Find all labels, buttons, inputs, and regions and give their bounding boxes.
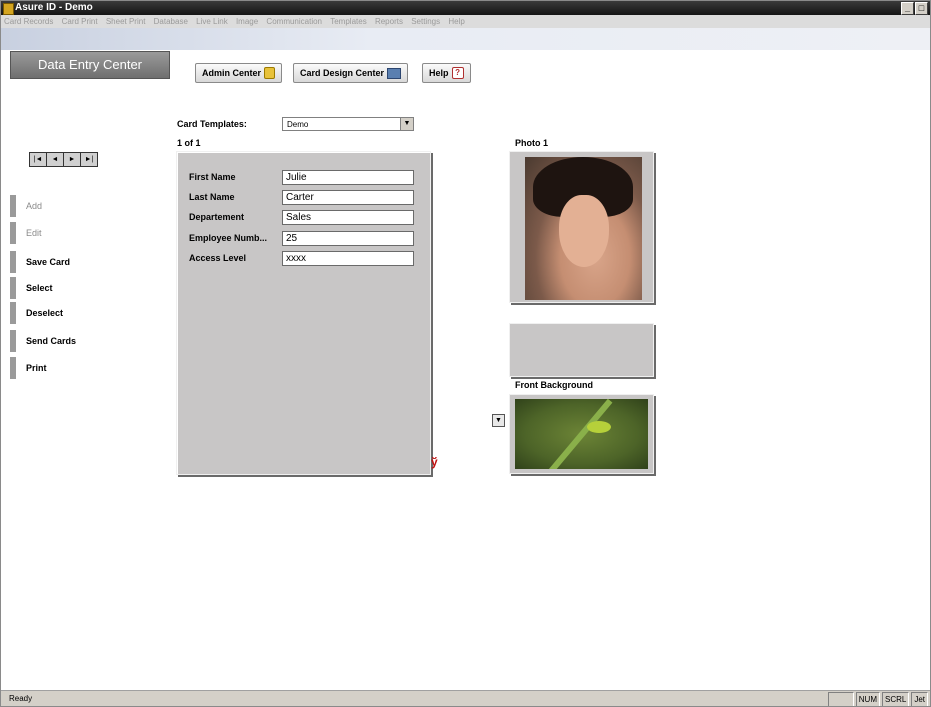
last-record-button[interactable]: ►| [81,153,97,166]
header-band [1,28,930,50]
app-icon [3,3,14,15]
menu-templates[interactable]: Templates [330,17,366,26]
access-level-label: Access Level [189,253,247,263]
admin-center-label: Admin Center [202,68,262,78]
sidebar-send-cards[interactable]: Send Cards [10,330,150,352]
menu-communication[interactable]: Communication [266,17,322,26]
sidebar-save-card[interactable]: Save Card [10,251,150,273]
last-name-label: Last Name [189,192,235,202]
first-name-field[interactable]: Julie [282,170,414,185]
status-cell-blank [827,692,854,706]
empty-image-slot[interactable] [509,323,654,377]
window-title: Asure ID - Demo [15,2,93,13]
first-record-button[interactable]: |◄ [30,153,47,166]
menu-reports[interactable]: Reports [375,17,403,26]
card-templates-select[interactable]: Demo ▼ [282,117,414,131]
application-window: Asure ID - Demo _ □ Card Records Card Pr… [0,0,931,707]
help-label: Help [429,68,449,78]
chevron-down-icon[interactable]: ▼ [400,118,413,130]
menu-image[interactable]: Image [236,17,258,26]
department-field[interactable]: Sales [282,210,414,225]
department-label: Departement [189,212,245,222]
title-bar: Asure ID - Demo _ □ [1,1,930,15]
menu-database[interactable]: Database [154,17,188,26]
next-record-button[interactable]: ► [64,153,81,166]
previous-record-button[interactable]: ◄ [47,153,64,166]
front-background-label: Front Background [515,380,593,390]
access-level-field[interactable]: xxxx [282,251,414,266]
record-navigator: |◄ ◄ ► ►| [29,152,98,167]
last-name-field[interactable]: Carter [282,190,414,205]
sidebar-edit[interactable]: Edit [10,222,150,244]
status-text: Ready [9,694,33,703]
help-button[interactable]: Help ? [422,63,471,83]
jet-indicator: Jet [911,692,928,706]
card-design-icon [387,67,402,79]
photo-1-frame[interactable] [509,151,654,303]
sidebar-print[interactable]: Print [10,357,150,379]
menu-help[interactable]: Help [448,17,464,26]
first-name-label: First Name [189,172,236,182]
num-indicator: NUM [855,692,880,706]
menu-card-print[interactable]: Card Print [62,17,98,26]
menu-card-records[interactable]: Card Records [4,17,53,26]
front-background-frame[interactable] [509,394,654,474]
sidebar-select[interactable]: Select [10,277,150,299]
frog-background-image [515,399,648,469]
card-templates-label: Card Templates: [177,119,247,129]
window-controls: _ □ [901,2,928,15]
section-title: Data Entry Center [10,51,170,79]
help-icon: ? [451,67,464,79]
card-design-center-button[interactable]: Card Design Center [293,63,409,83]
admin-center-button[interactable]: Admin Center [195,63,283,83]
portrait-image [525,157,642,300]
lock-icon [264,67,276,79]
card-design-center-label: Card Design Center [300,68,385,78]
status-indicators: NUM SCRL Jet [827,692,928,706]
menu-settings[interactable]: Settings [411,17,440,26]
scrl-indicator: SCRL [881,692,910,706]
status-bar: Ready NUM SCRL Jet [1,690,930,706]
card-templates-value: Demo [287,120,309,129]
person-icon[interactable]: ў [431,455,442,469]
sidebar-add[interactable]: Add [10,195,150,217]
menu-bar: Card Records Card Print Sheet Print Data… [1,15,930,28]
menu-sheet-print[interactable]: Sheet Print [106,17,146,26]
sidebar-deselect[interactable]: Deselect [10,302,150,324]
record-counter: 1 of 1 [177,138,201,148]
photo-label: Photo 1 [515,138,548,148]
minimize-button[interactable]: _ [901,2,914,15]
menu-live-link[interactable]: Live Link [196,17,228,26]
background-dropdown-button[interactable]: ▼ [492,414,505,427]
employee-number-label: Employee Numb... [189,233,268,243]
restore-button[interactable]: □ [915,2,928,15]
employee-number-field[interactable]: 25 [282,231,414,246]
